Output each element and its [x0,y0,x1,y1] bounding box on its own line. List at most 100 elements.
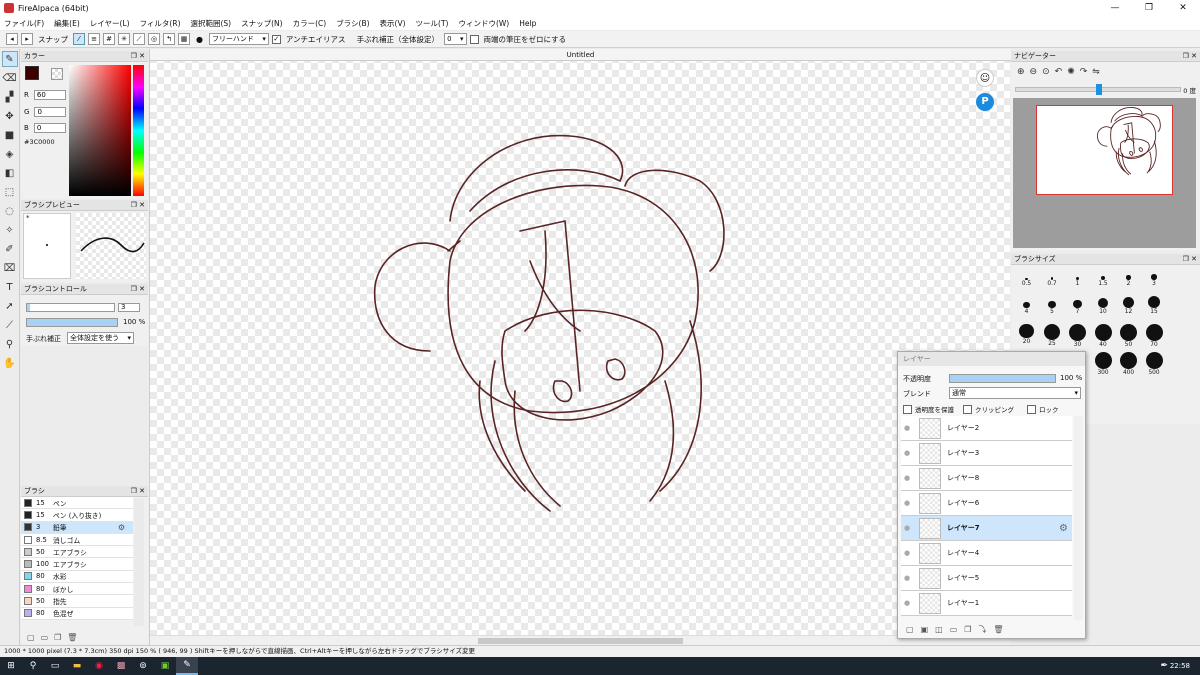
brush-size-cell[interactable]: 300 [1091,352,1116,376]
brush-size-cell[interactable]: 1 [1065,268,1090,287]
panel-options-icon[interactable]: ❐ ✕ [131,486,145,497]
pen-tool-icon[interactable]: ✎ [1,51,18,67]
duplicate-brush-icon[interactable]: ❐ [54,633,61,642]
select-eraser-icon[interactable]: ⌧ [2,260,18,276]
snap-diagonal-button[interactable]: ⟋ [133,33,145,45]
brush-size-cell[interactable]: 2 [1116,268,1141,287]
hand-tool-icon[interactable]: ✋ [2,355,18,371]
panel-options-icon[interactable]: ❐ ✕ [131,200,145,211]
brush-item[interactable]: 80 ぼかし [21,583,133,596]
new-layer-icon[interactable]: ▢ [906,625,914,634]
menu-snap[interactable]: スナップ(N) [241,18,282,29]
layer-row[interactable]: ● レイヤー1 [901,591,1072,616]
brush-size-cell[interactable]: 7 [1065,296,1090,315]
navigator-view[interactable] [1013,98,1196,248]
brush-size-cell[interactable]: 500 [1142,352,1167,376]
zoom-in-icon[interactable]: ⊕ [1017,67,1025,77]
merge-down-icon[interactable]: ⤵ [978,624,986,635]
brush-item[interactable]: 80 水彩 [21,570,133,584]
search-icon[interactable]: ⚲ [22,657,44,675]
menu-file[interactable]: ファイル(F) [4,18,44,29]
menu-edit[interactable]: 編集(E) [54,18,80,29]
operation-tool-icon[interactable]: ➚ [2,298,18,314]
layer-visibility-icon[interactable]: ● [901,599,913,607]
brush-stabilizer-select[interactable]: 全体設定を使う [67,332,134,344]
chrome-icon[interactable]: ◉ [88,657,110,675]
layer-row[interactable]: ● レイヤー2 [901,416,1072,441]
rotation-slider[interactable] [1015,84,1181,95]
select-tool-icon[interactable]: ⬚ [2,184,18,200]
snap-off-button[interactable]: ⁄ [73,33,85,45]
nvidia-icon[interactable]: ▣ [154,657,176,675]
brush-opacity-slider[interactable] [26,318,118,327]
canvas-area[interactable]: Untitled ☺ P [149,49,1011,645]
prev-icon[interactable]: ◂ [6,33,18,45]
brush-size-cell[interactable]: 25 [1040,324,1065,347]
gear-icon[interactable]: ⚙ [118,523,125,532]
green-input[interactable] [34,107,67,117]
layer-visibility-icon[interactable]: ● [901,499,913,507]
layer-visibility-icon[interactable]: ● [901,574,913,582]
layer-row[interactable]: ● レイヤー8 [901,466,1072,491]
next-icon[interactable]: ▸ [21,33,33,45]
firealpaca-taskbar-icon[interactable]: ✎ [176,657,198,675]
paint-icon[interactable]: ▩ [110,657,132,675]
pressure-checkbox[interactable] [469,34,479,44]
layer-visibility-icon[interactable]: ● [901,424,913,432]
layer-row[interactable]: ● レイヤー3 [901,441,1072,466]
eraser-tool-icon[interactable]: ⌫ [2,70,18,86]
close-button[interactable]: ✕ [1166,0,1200,16]
menu-tool[interactable]: ツール(T) [416,18,449,29]
snap-parallel-button[interactable]: ≡ [88,33,100,45]
brush-size-cell[interactable]: 20 [1014,324,1039,345]
pen-input-icon[interactable]: ✒ [1160,661,1168,671]
brush-size-cell[interactable]: 0.7 [1040,268,1065,287]
brush-size-value[interactable]: 3 [118,303,140,312]
brush-item[interactable]: 50 エアブラシ [21,546,133,559]
panel-options-icon[interactable]: ❐ ✕ [1183,51,1197,62]
document-tab[interactable]: Untitled [150,49,1011,61]
magic-wand-icon[interactable]: ✧ [2,222,18,238]
brush-list-scrollbar[interactable] [134,499,144,626]
brush-item[interactable]: 3 鉛筆 ⚙ [21,521,133,534]
select-pen-icon[interactable]: ✐ [2,241,18,257]
brush-size-cell[interactable]: 15 [1142,296,1167,315]
layer-visibility-icon[interactable]: ● [901,474,913,482]
saturation-value-picker[interactable] [69,65,131,196]
brush-item[interactable]: 80 色混ぜ [21,607,133,620]
snap-curve-button[interactable]: ↰ [163,33,175,45]
protect-alpha-checkbox[interactable] [903,404,912,414]
trash-icon[interactable]: 🗑 [67,633,77,642]
foreground-color-swatch[interactable] [25,66,39,80]
snap-setting-button[interactable]: ▦ [178,33,190,45]
antialias-checkbox[interactable]: ✓ [271,34,281,44]
divide-tool-icon[interactable]: ⟋ [2,317,18,333]
rotation-knob[interactable] [1096,84,1102,95]
panel-options-icon[interactable]: ❐ ✕ [1183,254,1197,265]
drawing-canvas[interactable] [150,61,1011,635]
brush-item[interactable]: 15 ペン (入り抜き) [21,509,133,522]
rotate-reset-icon[interactable]: ✺ [1067,67,1075,77]
menu-layer[interactable]: レイヤー(L) [90,18,130,29]
avatar-icon[interactable]: ☺ [976,69,994,87]
gear-icon[interactable]: ⚙ [1059,523,1068,534]
layer-opacity-slider[interactable] [949,374,1056,383]
layer-row[interactable]: ● レイヤー5 [901,566,1072,591]
rotate-right-icon[interactable]: ↷ [1080,67,1088,77]
scroll-thumb[interactable] [478,638,683,644]
zoom-out-icon[interactable]: ⊖ [1030,67,1038,77]
layer-visibility-icon[interactable]: ● [901,549,913,557]
brush-item[interactable]: 8.5 消しゴム [21,533,133,547]
pixiv-icon[interactable]: P [976,93,994,111]
lasso-tool-icon[interactable]: ◌ [2,203,18,219]
panel-options-icon[interactable]: ❐ ✕ [131,284,145,295]
bucket-tool-icon[interactable]: ◈ [2,146,18,162]
task-view-icon[interactable]: ▭ [44,657,66,675]
rotate-left-icon[interactable]: ↶ [1055,67,1063,77]
draw-mode-select[interactable]: フリーハンド [208,33,269,45]
maximize-button[interactable]: ❐ [1132,0,1166,16]
fill-tool-icon[interactable]: ■ [2,127,18,143]
brush-size-cell[interactable]: 3 [1142,268,1167,287]
menu-view[interactable]: 表示(V) [380,18,406,29]
menu-brush[interactable]: ブラシ(B) [336,18,369,29]
